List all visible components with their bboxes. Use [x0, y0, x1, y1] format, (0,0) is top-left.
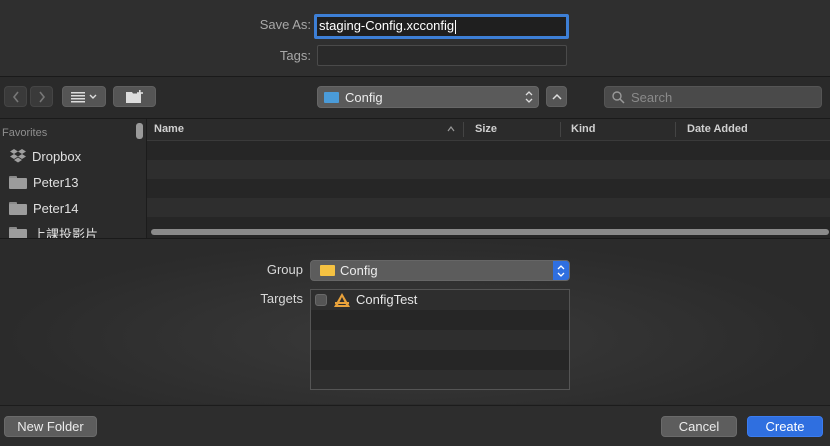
target-checkbox[interactable] — [315, 294, 327, 306]
updown-chevron-icon — [557, 264, 565, 277]
sidebar-item-label: Dropbox — [32, 148, 82, 164]
target-row-empty — [311, 350, 569, 370]
sidebar-item-dropbox[interactable]: Dropbox — [9, 147, 81, 165]
list-row — [147, 160, 830, 179]
horizontal-scrollbar[interactable] — [151, 229, 829, 235]
column-header-size[interactable]: Size — [475, 123, 497, 135]
tags-label: Tags: — [279, 48, 311, 63]
list-row — [147, 198, 830, 217]
column-header-date-added[interactable]: Date Added — [687, 123, 748, 135]
list-view-icon — [71, 91, 97, 102]
target-row-empty — [311, 330, 569, 350]
search-placeholder: Search — [631, 89, 673, 105]
save-as-label: Save As: — [259, 17, 311, 32]
sidebar-heading: Favorites — [2, 127, 48, 139]
group-value: Config — [340, 263, 378, 278]
file-list: Name Size Kind Date Added — [147, 119, 830, 238]
forward-button[interactable] — [30, 86, 53, 107]
sidebar-item-label: Peter13 — [33, 174, 79, 190]
column-separator — [675, 122, 676, 137]
save-as-field[interactable]: staging-Config.xcconfig — [314, 14, 569, 39]
folder-icon — [9, 226, 27, 238]
sidebar-item-label: Peter14 — [33, 200, 79, 216]
app-target-icon — [334, 293, 350, 307]
folder-icon — [320, 265, 335, 276]
targets-list: ConfigTest — [310, 289, 570, 390]
file-list-header: Name Size Kind Date Added — [147, 119, 830, 141]
save-as-value: staging-Config.xcconfig — [319, 18, 455, 33]
location-label: Config — [345, 89, 383, 105]
target-name: ConfigTest — [356, 292, 418, 307]
target-row-empty — [311, 370, 569, 389]
column-separator — [560, 122, 561, 137]
cancel-button[interactable]: Cancel — [661, 416, 737, 437]
column-separator — [463, 122, 464, 137]
sidebar: Favorites Dropbox Peter13 Peter14 上課投影片 — [0, 119, 146, 238]
sidebar-scrollbar[interactable] — [136, 123, 143, 139]
view-options-button[interactable] — [62, 86, 106, 107]
search-field[interactable]: Search — [604, 86, 822, 108]
folder-icon — [324, 91, 339, 103]
new-folder-button[interactable]: New Folder — [4, 416, 97, 437]
targets-label: Targets — [260, 291, 303, 306]
group-label: Group — [266, 262, 303, 277]
tags-field[interactable] — [317, 45, 567, 66]
popup-stepper — [553, 261, 569, 280]
search-icon — [612, 90, 625, 104]
folder-icon — [9, 175, 27, 189]
dropbox-icon — [10, 148, 26, 162]
sidebar-item-peter14[interactable]: Peter14 — [9, 199, 79, 217]
chevron-right-icon — [38, 91, 45, 102]
expand-collapse-button[interactable] — [546, 86, 567, 107]
new-folder-icon — [125, 89, 143, 103]
group-popup[interactable]: Config — [310, 260, 570, 281]
chevron-up-icon — [551, 93, 562, 100]
sidebar-item-peter13[interactable]: Peter13 — [9, 173, 79, 191]
sidebar-item-slides[interactable]: 上課投影片 — [9, 224, 98, 238]
chevron-left-icon — [12, 91, 19, 102]
column-header-name[interactable]: Name — [154, 123, 184, 135]
updown-chevron-icon — [525, 91, 533, 103]
back-button[interactable] — [4, 86, 27, 107]
sort-ascending-icon — [447, 126, 455, 132]
list-row — [147, 179, 830, 198]
new-folder-toolbar-button[interactable] — [113, 86, 156, 107]
target-row-empty — [311, 310, 569, 330]
create-button[interactable]: Create — [747, 416, 823, 437]
target-row[interactable]: ConfigTest — [311, 290, 569, 310]
location-popup[interactable]: Config — [317, 86, 539, 108]
list-row — [147, 141, 830, 160]
sidebar-item-label: 上課投影片 — [33, 226, 99, 239]
text-caret — [455, 19, 457, 34]
column-header-kind[interactable]: Kind — [571, 123, 595, 135]
folder-icon — [9, 201, 27, 215]
